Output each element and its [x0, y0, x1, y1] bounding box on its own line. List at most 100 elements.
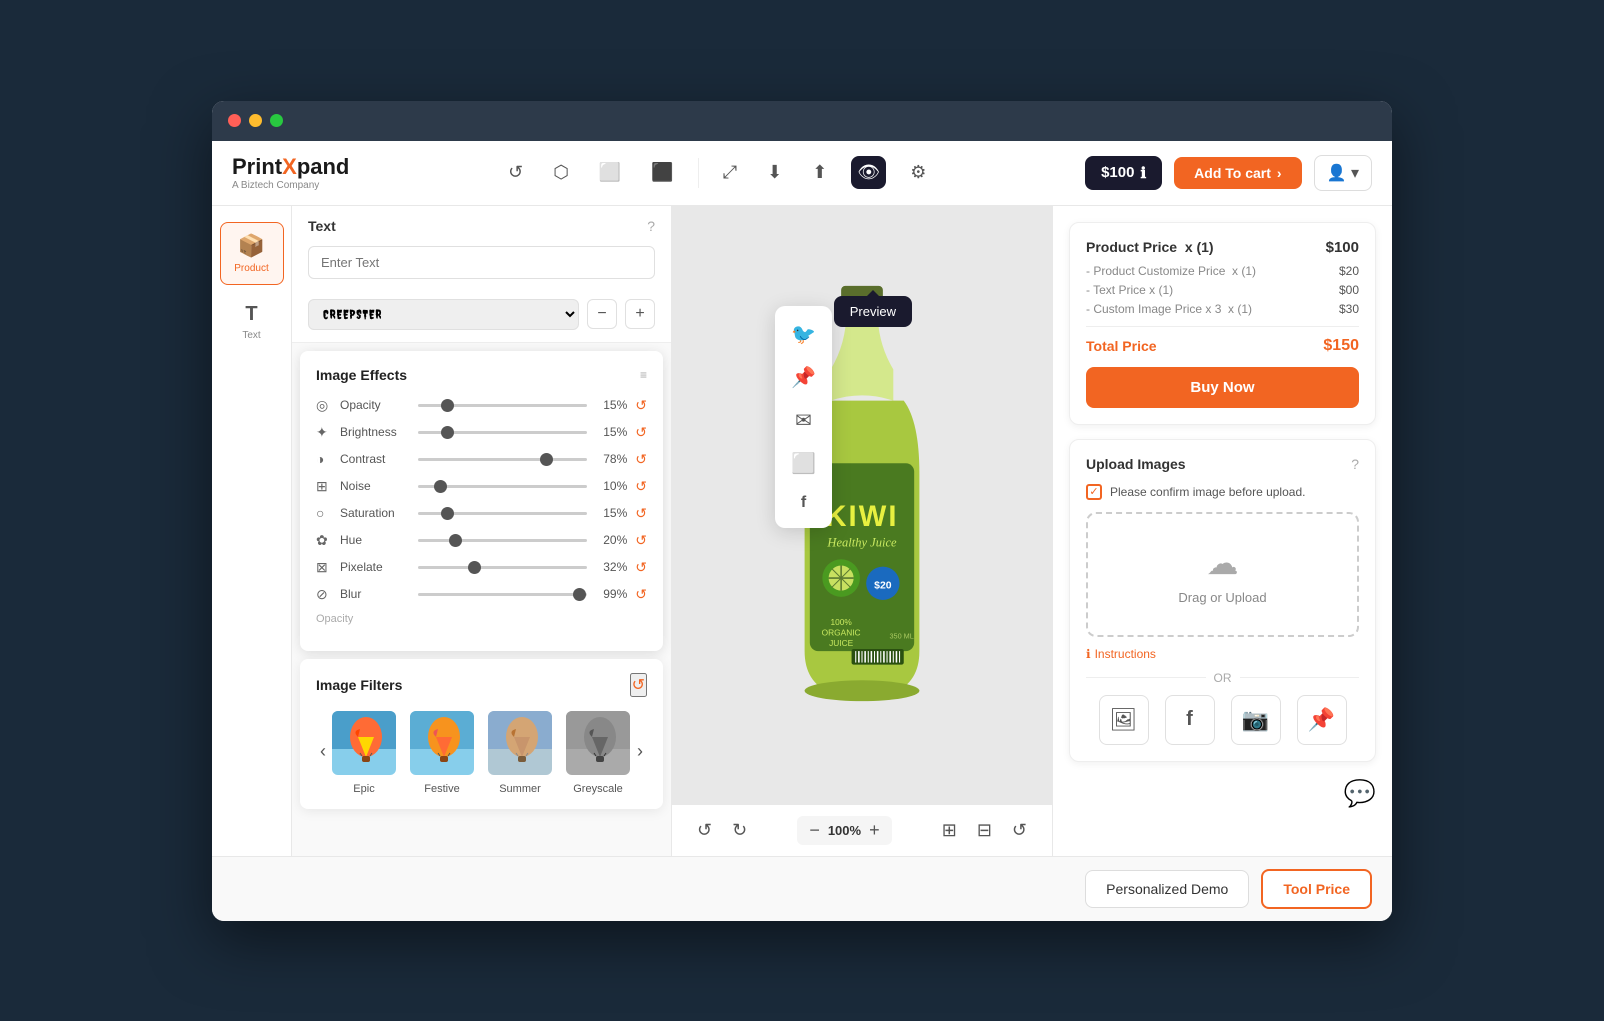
facebook-share-btn[interactable]: f [783, 488, 824, 518]
svg-text:$20: $20 [874, 580, 892, 591]
total-price-label: Total Price [1086, 338, 1157, 354]
text-input[interactable] [308, 246, 655, 279]
refresh-canvas-btn[interactable]: ↺ [1007, 815, 1032, 846]
pinterest-share-btn[interactable]: 📌 [783, 359, 824, 396]
noise-value: 10% [595, 479, 627, 493]
price-info-icon: ℹ [1140, 164, 1146, 182]
font-size-minus-btn[interactable]: − [587, 299, 617, 329]
contrast-reset-btn[interactable]: ↺ [635, 451, 647, 468]
chat-button[interactable]: 💬 [1344, 778, 1376, 809]
blur-reset-btn[interactable]: ↺ [635, 586, 647, 603]
middle-panel: Text ? CREEPSTER Arial Roboto − + [292, 206, 672, 856]
instructions-link[interactable]: ℹ Instructions [1086, 647, 1359, 661]
canvas-redo-btn[interactable]: ↻ [727, 815, 752, 846]
saturation-reset-btn[interactable]: ↺ [635, 505, 647, 522]
tool-price-button[interactable]: Tool Price [1261, 869, 1372, 909]
brightness-reset-btn[interactable]: ↺ [635, 424, 647, 441]
filters-list: Epic [330, 709, 633, 795]
preview-btn[interactable]: 👁 [851, 156, 886, 189]
upload-confirm-row: ✓ Please confirm image before upload. [1086, 484, 1359, 500]
user-menu-button[interactable]: 👤 ▾ [1314, 155, 1372, 191]
sidebar-item-text[interactable]: T Text [220, 293, 284, 351]
opacity-reset-btn[interactable]: ↺ [635, 397, 647, 414]
email-share-btn[interactable]: ✉ [783, 402, 824, 439]
saturation-slider[interactable] [418, 512, 587, 515]
opacity-label-bottom: Opacity [316, 613, 647, 625]
font-select[interactable]: CREEPSTER Arial Roboto [308, 299, 579, 330]
gallery-import-btn[interactable]: 🖼 [1099, 695, 1149, 745]
grid-view-btn[interactable]: ⊞ [937, 815, 962, 846]
sidebar-text-label: Text [242, 330, 260, 341]
price-badge: $100 ℹ [1085, 156, 1162, 190]
canvas-content: Preview 🐦 📌 ✉ ⬜ f [672, 206, 1052, 804]
hue-slider[interactable] [418, 539, 587, 542]
noise-slider[interactable] [418, 485, 587, 488]
add-to-cart-button[interactable]: Add To cart › [1174, 157, 1301, 189]
product-price-amount: $100 [1326, 239, 1359, 256]
save-btn[interactable]: ⬜ [593, 156, 627, 189]
minimize-dot[interactable] [249, 114, 262, 127]
blur-label: Blur [340, 587, 410, 601]
logo-subtitle: A Biztech Company [232, 180, 349, 191]
text-input-area [292, 246, 671, 291]
filter-summer[interactable]: Summer [486, 709, 554, 795]
zoom-control: − 100% + [797, 816, 891, 845]
opacity-icon: ◎ [316, 397, 332, 414]
svg-text:ORGANIC: ORGANIC [822, 627, 861, 637]
duplicate-btn[interactable]: ⬛ [645, 156, 679, 189]
sidebar-item-product[interactable]: 📦 Product [220, 222, 284, 285]
filter-epic[interactable]: Epic [330, 709, 398, 795]
blur-slider[interactable] [418, 593, 587, 596]
zoom-out-btn[interactable]: − [809, 820, 820, 841]
facebook-import-btn[interactable]: f [1165, 695, 1215, 745]
upload-help-icon[interactable]: ? [1351, 456, 1359, 472]
filter-festive-thumb [408, 709, 476, 777]
undo-btn[interactable]: ↺ [502, 156, 529, 189]
pixelate-slider[interactable] [418, 566, 587, 569]
contrast-icon: ◑ [316, 451, 332, 467]
font-controls: CREEPSTER Arial Roboto − + [292, 291, 671, 342]
layers-btn[interactable]: ⬡ [547, 156, 575, 189]
instagram-import-btn[interactable]: 📷 [1231, 695, 1281, 745]
effect-row-brightness: ✦ Brightness 15% ↺ [316, 424, 647, 441]
saturation-label: Saturation [340, 506, 410, 520]
filter-prev-btn[interactable]: ‹ [316, 737, 330, 766]
zoom-in-btn[interactable]: + [869, 820, 880, 841]
left-sidebar: 📦 Product T Text [212, 206, 292, 856]
total-price-amount: $150 [1323, 337, 1359, 355]
twitter-share-btn[interactable]: 🐦 [783, 316, 824, 353]
filter-festive[interactable]: Festive [408, 709, 476, 795]
list-view-btn[interactable]: ⊟ [972, 815, 997, 846]
effect-row-blur: ⊘ Blur 99% ↺ [316, 586, 647, 603]
svg-text:Healthy Juice: Healthy Juice [826, 535, 897, 549]
brightness-slider[interactable] [418, 431, 587, 434]
fullscreen-dot[interactable] [270, 114, 283, 127]
hue-reset-btn[interactable]: ↺ [635, 532, 647, 549]
filter-festive-label: Festive [424, 783, 459, 795]
navbar-right: $100 ℹ Add To cart › 👤 ▾ [1085, 155, 1372, 191]
personalized-demo-button[interactable]: Personalized Demo [1085, 870, 1249, 908]
browser-bar [212, 101, 1392, 141]
settings-btn[interactable]: ⚙ [904, 156, 932, 189]
close-dot[interactable] [228, 114, 241, 127]
contrast-slider[interactable] [418, 458, 587, 461]
upload-confirm-checkbox[interactable]: ✓ [1086, 484, 1102, 500]
hue-label: Hue [340, 533, 410, 547]
copy-link-btn[interactable]: ⬜ [783, 445, 824, 482]
font-size-plus-btn[interactable]: + [625, 299, 655, 329]
canvas-undo-btn[interactable]: ↺ [692, 815, 717, 846]
svg-text:KIWI: KIWI [825, 500, 898, 532]
buy-now-button[interactable]: Buy Now [1086, 367, 1359, 408]
fullscreen-btn[interactable]: ⤢ [717, 156, 743, 189]
filter-next-btn[interactable]: › [633, 737, 647, 766]
pixelate-reset-btn[interactable]: ↺ [635, 559, 647, 576]
upload-dropzone[interactable]: ☁ Drag or Upload [1086, 512, 1359, 637]
share-btn[interactable]: ⬆ [806, 156, 833, 189]
opacity-slider[interactable] [418, 404, 587, 407]
filter-greyscale[interactable]: Greyscale [564, 709, 632, 795]
filters-reset-btn[interactable]: ↺ [630, 673, 647, 697]
text-help-icon[interactable]: ? [647, 218, 655, 234]
noise-reset-btn[interactable]: ↺ [635, 478, 647, 495]
pinterest-import-btn[interactable]: 📌 [1297, 695, 1347, 745]
download-btn[interactable]: ⬇ [761, 156, 788, 189]
